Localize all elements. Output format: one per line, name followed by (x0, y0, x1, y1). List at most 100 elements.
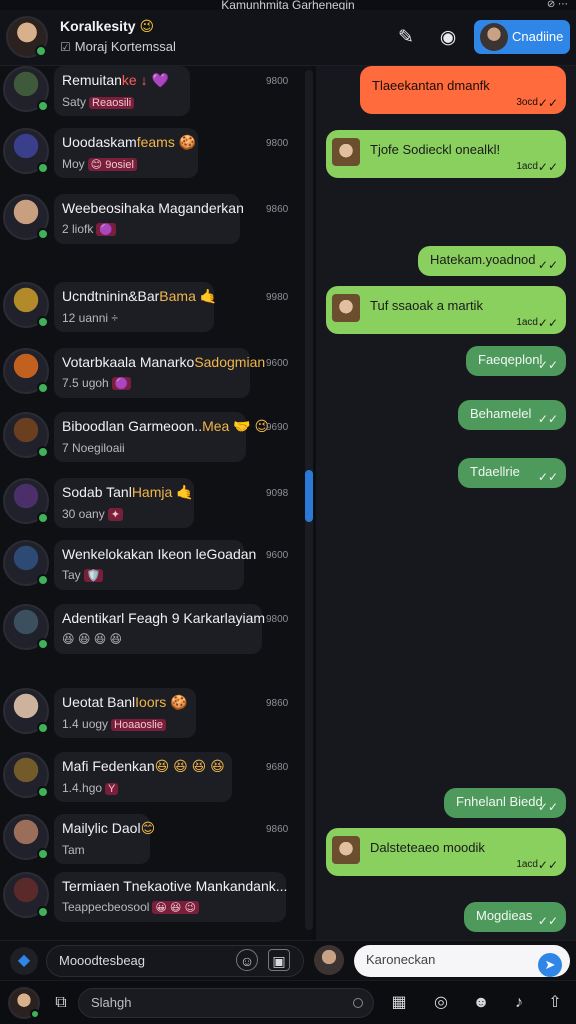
profile-avatar[interactable] (8, 987, 40, 1019)
scrollbar-thumb[interactable] (305, 470, 313, 522)
read-receipt-icon: ✓✓ (537, 258, 558, 272)
image-icon[interactable]: ▣ (268, 949, 290, 971)
window-controls[interactable]: ⊘ ⋯ (547, 0, 568, 10)
search-input[interactable]: Slahgh (78, 988, 374, 1018)
online-indicator (37, 446, 49, 458)
avatar[interactable] (314, 945, 344, 975)
contact-name: Koralkesity 😉 (60, 18, 155, 34)
conversation-time: 9800 (266, 614, 289, 625)
message-thumbnail[interactable] (332, 138, 360, 166)
sticker-icon[interactable]: ☻ (470, 992, 492, 1014)
conversation-item[interactable]: Uoodaskamfeams 🍪 Moy 😊 9osiel 9800 (0, 128, 312, 188)
bottom-nav: ⧉ Slahgh ▦ ◎ ☻ ♪ ⇧ (0, 980, 576, 1024)
emoji-icon[interactable]: ☺ (236, 949, 258, 971)
avatar (3, 872, 49, 918)
conversation-subtitle: 2 liofk 🟣 (62, 222, 232, 236)
attachment-icon[interactable]: ◆ (10, 947, 38, 975)
read-receipt-icon: ✓✓ (537, 412, 558, 426)
conversation-subtitle: Teappecbeosool 😀 😆 😉 (62, 900, 278, 914)
message-time: 1acd (516, 859, 538, 870)
avatar (3, 752, 49, 798)
message-bubble[interactable]: Tdaellrie ✓✓ (458, 458, 566, 488)
message-bubble[interactable]: Faeqeplonl ✓✓ (466, 346, 566, 376)
conversation-item[interactable]: Weebeosihaka Maganderkan 2 liofk 🟣 9860 (0, 194, 312, 254)
mic-icon[interactable]: ♪ (508, 992, 530, 1014)
copy-icon[interactable]: ⧉ (50, 992, 72, 1014)
avatar (3, 348, 49, 394)
conversation-item[interactable]: Votarbkaala ManarkoSadogmian 7.5 ugoh 🟣 960… (0, 348, 312, 408)
chat-header: Koralkesity 😉 ☑ Moraj Kortemssal ✎ ◉ Cnadi… (0, 10, 576, 66)
checkbox-icon: ☑ (60, 40, 71, 54)
window-title: Kamunhmita Garhenegin ⊘ ⋯ (221, 0, 568, 10)
scrollbar[interactable] (305, 70, 313, 930)
reply-input[interactable]: Karoneckan ➤ (354, 945, 570, 977)
conversation-preview: Wenkelokakan Ikeon leGoadan Tay 🛡️ (54, 540, 256, 590)
message-bubble[interactable]: Fnhelanl Biedd ✓✓ (444, 788, 566, 818)
conversation-preview: Biboodlan Garmeoon..Mea 🤝 😉 7 Noegiloaii (54, 412, 270, 462)
avatar (3, 814, 49, 860)
conversation-subtitle: Moy 😊 9osiel (62, 157, 190, 171)
book-icon[interactable]: ▦ (388, 992, 410, 1014)
conversation-title: Biboodlan Garmeoon..Mea 🤝 😉 (62, 418, 270, 434)
conversation-item[interactable]: Biboodlan Garmeoon..Mea 🤝 😉 7 Noegiloaii 9… (0, 412, 312, 472)
pen-icon[interactable]: ✎ (392, 24, 420, 52)
conversation-item[interactable]: Ueotat BanlIoors 🍪 1.4 uogy Hoaaoslie 9860 (0, 688, 312, 748)
read-receipt-icon: ✓✓ (537, 96, 558, 110)
conversation-item[interactable]: Remuitanke ↓ 💜 Saty Reaosili 9800 (0, 66, 312, 126)
online-indicator (37, 382, 49, 394)
contact-status: ☑ Moraj Kortemssal (60, 39, 176, 54)
conversation-time: 9098 (266, 488, 289, 499)
conversation-item[interactable]: Wenkelokakan Ikeon leGoadan Tay 🛡️ 9600 (0, 540, 312, 600)
message-thumbnail[interactable] (332, 836, 360, 864)
conversation-item[interactable]: Mafi Fedenkan😆 😆 😆 😆 1.4.hgo Y 9680 (0, 752, 312, 812)
read-receipt-icon: ✓✓ (537, 858, 558, 872)
message-bubble[interactable]: Tuf ssaoak a martik 1acd ✓✓ (326, 286, 566, 334)
conversation-title: Votarbkaala ManarkoSadogmian (62, 354, 266, 370)
online-indicator (37, 574, 49, 586)
primary-action-button[interactable]: Cnadiine (474, 20, 570, 54)
conversation-title: Uoodaskamfeams 🍪 (62, 134, 197, 150)
conversation-preview: Uoodaskamfeams 🍪 Moy 😊 9osiel (54, 128, 198, 178)
clear-icon[interactable] (353, 998, 363, 1008)
message-thumbnail[interactable] (332, 294, 360, 322)
conversation-preview: Ueotat BanlIoors 🍪 1.4 uogy Hoaaoslie (54, 688, 196, 738)
conversation-subtitle: 1.4.hgo Y (62, 781, 224, 795)
online-indicator (37, 228, 49, 240)
avatar (3, 604, 49, 650)
conversation-title: Weebeosihaka Maganderkan (62, 200, 244, 216)
conversation-title: Ucndtninin&BarBama 🤙 (62, 288, 218, 304)
message-text: Dalsteteaeo moodik (370, 840, 485, 855)
message-bubble[interactable]: Tjofe Sodieckl onealkl! 1acd ✓✓ (326, 130, 566, 178)
online-indicator (37, 848, 49, 860)
eye-icon[interactable]: ◉ (434, 24, 462, 52)
conversation-title: Mafi Fedenkan😆 😆 😆 😆 (62, 758, 225, 774)
camera-icon[interactable]: ◎ (430, 992, 452, 1014)
conversation-item[interactable]: Termiaen Tnekaotive Mankandank... Teappec… (0, 872, 312, 932)
conversation-title: Mailylic Daol😊 (62, 820, 156, 836)
message-text: Mogdieas (476, 908, 533, 923)
conversation-subtitle: Saty Reaosili (62, 95, 182, 109)
message-bubble[interactable]: Tlaeekantan dmanfk 3ocd ✓✓ (360, 66, 566, 114)
message-time: 3ocd (516, 97, 538, 108)
send-button[interactable]: ➤ (538, 953, 562, 977)
avatar (3, 478, 49, 524)
message-input[interactable]: Mooodtesbeag (46, 945, 304, 977)
avatar[interactable] (6, 16, 48, 58)
conversation-item[interactable]: Sodab TanlHamja 🤙 30 oany ✦ 9098 (0, 478, 312, 538)
conversation-item[interactable]: Mailylic Daol😊 Tam 9860 (0, 814, 312, 874)
conversation-preview: Termiaen Tnekaotive Mankandank... Teappec… (54, 872, 287, 922)
share-icon[interactable]: ⇧ (544, 992, 566, 1014)
conversation-item[interactable]: Ucndtninin&BarBama 🤙 12 uanni ÷ 9980 (0, 282, 312, 342)
conversation-item[interactable]: Adentikarl Feagh 9 Karkarlayiam 😆 😆 😆 😆 98… (0, 604, 312, 664)
message-bubble[interactable]: Behamelel ✓✓ (458, 400, 566, 430)
conversation-preview: Adentikarl Feagh 9 Karkarlayiam 😆 😆 😆 😆 (54, 604, 266, 654)
conversation-title: Adentikarl Feagh 9 Karkarlayiam (62, 610, 266, 626)
conversation-preview: Ucndtninin&BarBama 🤙 12 uanni ÷ (54, 282, 218, 332)
message-bubble[interactable]: Dalsteteaeo moodik 1acd ✓✓ (326, 828, 566, 876)
conversation-list: Remuitanke ↓ 💜 Saty Reaosili 9800 Uoodaskamf… (0, 66, 312, 940)
message-bubble[interactable]: Hatekam.yoadnod ✓✓ (418, 246, 566, 276)
message-thread: Tlaeekantan dmanfk 3ocd ✓✓ Tjofe Sodieckl o… (316, 66, 576, 940)
conversation-preview: Remuitanke ↓ 💜 Saty Reaosili (54, 66, 190, 116)
composer-bar: ◆ Mooodtesbeag ☺ ▣ Karoneckan ➤ (0, 940, 576, 980)
message-bubble[interactable]: Mogdieas ✓✓ (464, 902, 566, 932)
